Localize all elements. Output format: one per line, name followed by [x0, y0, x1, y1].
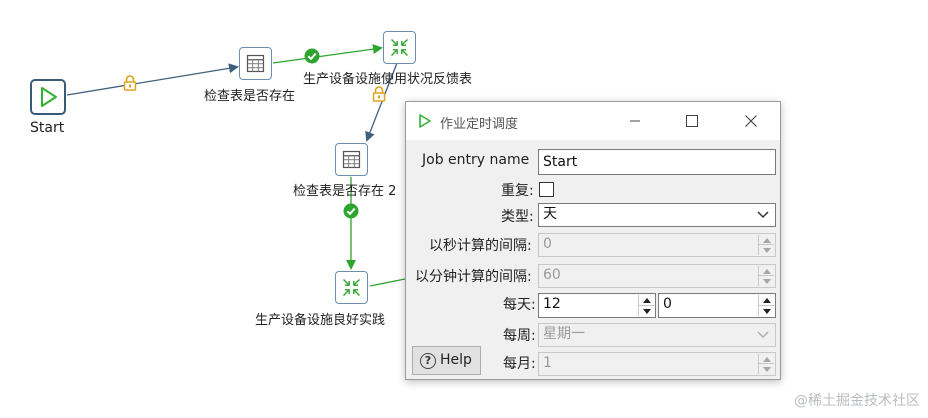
transform-node-1[interactable] — [383, 31, 416, 64]
arrow-down-icon — [763, 367, 771, 372]
lock-icon — [123, 75, 137, 91]
weekly-selected-value: 星期一 — [543, 326, 585, 342]
arrow-up-icon — [763, 238, 771, 243]
daily-hour-spinner-buttons[interactable] — [638, 295, 654, 316]
help-label: Help — [440, 352, 472, 368]
spin-down-button[interactable] — [758, 276, 774, 286]
node-label-check-table-2: 检查表是否存在 2 — [293, 184, 397, 199]
daily-hour-spinner[interactable]: 12 — [538, 293, 656, 318]
minutes-interval-value: 60 — [543, 267, 561, 283]
node-label-check-table-1: 检查表是否存在 — [204, 89, 296, 104]
weekly-label: 每周: — [503, 328, 536, 344]
node-label-transform-2: 生产设备设施良好实践 — [255, 313, 386, 328]
check-table-node-2[interactable] — [335, 143, 368, 176]
weekly-select[interactable]: 星期一 — [538, 323, 776, 347]
chevron-down-icon — [757, 331, 769, 339]
check-table-node-1[interactable] — [239, 47, 272, 80]
start-node[interactable] — [30, 79, 66, 115]
lock-icon — [372, 86, 386, 102]
monthly-spinner-buttons[interactable] — [758, 354, 774, 374]
monthly-spinner[interactable]: 1 — [538, 352, 776, 376]
transform-node-2[interactable] — [335, 271, 368, 304]
play-triangle-icon — [419, 114, 431, 128]
repeat-label: 重复: — [501, 183, 534, 199]
seconds-interval-label: 以秒计算的间隔: — [429, 238, 532, 254]
spin-down-button[interactable] — [758, 245, 774, 255]
arrow-up-icon — [763, 357, 771, 362]
arrow-up-icon — [763, 269, 771, 274]
type-label: 类型: — [501, 209, 534, 225]
dialog-titlebar[interactable]: 作业定时调度 — [406, 102, 780, 140]
spin-down-button[interactable] — [758, 364, 774, 374]
monthly-value: 1 — [543, 355, 552, 371]
spin-up-button[interactable] — [758, 235, 774, 245]
help-icon: ? — [420, 353, 436, 369]
watermark: @稀土掘金技术社区 — [794, 393, 920, 409]
arrow-down-icon — [643, 308, 651, 314]
check-circle-icon — [343, 203, 359, 219]
spin-down-button[interactable] — [758, 305, 774, 316]
minutes-interval-label: 以分钟计算的间隔: — [415, 269, 532, 285]
arrow-down-icon — [763, 279, 771, 284]
minimize-icon — [630, 120, 640, 122]
spin-up-button[interactable] — [638, 295, 654, 306]
maximize-button[interactable] — [681, 110, 703, 132]
node-label-start: Start — [30, 120, 65, 136]
arrow-up-icon — [643, 298, 651, 303]
daily-minute-value: 0 — [663, 296, 672, 312]
table-grid-icon — [246, 54, 265, 73]
job-entry-name-input[interactable]: Start — [538, 149, 776, 175]
type-select[interactable]: 天 — [538, 203, 776, 227]
daily-minute-spinner[interactable]: 0 — [658, 293, 776, 318]
arrow-up-icon — [763, 298, 771, 303]
seconds-spinner-buttons[interactable] — [758, 235, 774, 255]
seconds-interval-spinner[interactable]: 0 — [538, 233, 776, 257]
daily-minute-spinner-buttons[interactable] — [758, 295, 774, 316]
close-button[interactable] — [740, 110, 762, 132]
arrows-inward-icon — [343, 279, 360, 296]
minutes-interval-spinner[interactable]: 60 — [538, 264, 776, 288]
daily-label: 每天: — [503, 297, 536, 313]
type-selected-value: 天 — [543, 206, 557, 222]
spin-down-button[interactable] — [638, 305, 654, 316]
arrow-down-icon — [763, 248, 771, 253]
daily-hour-value: 12 — [543, 296, 561, 312]
close-icon — [745, 115, 757, 127]
minutes-spinner-buttons[interactable] — [758, 266, 774, 286]
maximize-icon — [686, 115, 698, 127]
spin-up-button[interactable] — [758, 266, 774, 276]
table-grid-icon — [342, 150, 361, 169]
monthly-label: 每月: — [503, 356, 536, 372]
job-entry-name-label: Job entry name — [422, 152, 530, 168]
play-triangle-icon — [41, 87, 57, 107]
minimize-button[interactable] — [624, 110, 646, 132]
help-button[interactable]: ? Help — [412, 346, 481, 375]
spin-up-button[interactable] — [758, 295, 774, 306]
hop-transform2-to-right[interactable] — [369, 278, 406, 287]
arrows-inward-icon — [391, 39, 408, 56]
arrow-down-icon — [763, 308, 771, 314]
job-schedule-dialog: 作业定时调度 Job entry name Start 重复: 类型: 天 以秒… — [405, 101, 781, 380]
hop-check1-to-transform1[interactable] — [272, 44, 383, 64]
dialog-title: 作业定时调度 — [440, 117, 519, 132]
check-circle-icon — [304, 48, 320, 64]
chevron-down-icon — [757, 211, 769, 219]
spin-up-button[interactable] — [758, 354, 774, 364]
repeat-checkbox[interactable] — [539, 182, 554, 197]
seconds-interval-value: 0 — [543, 236, 552, 252]
node-label-transform-1: 生产设备设施使用状况反馈表 — [303, 72, 473, 87]
